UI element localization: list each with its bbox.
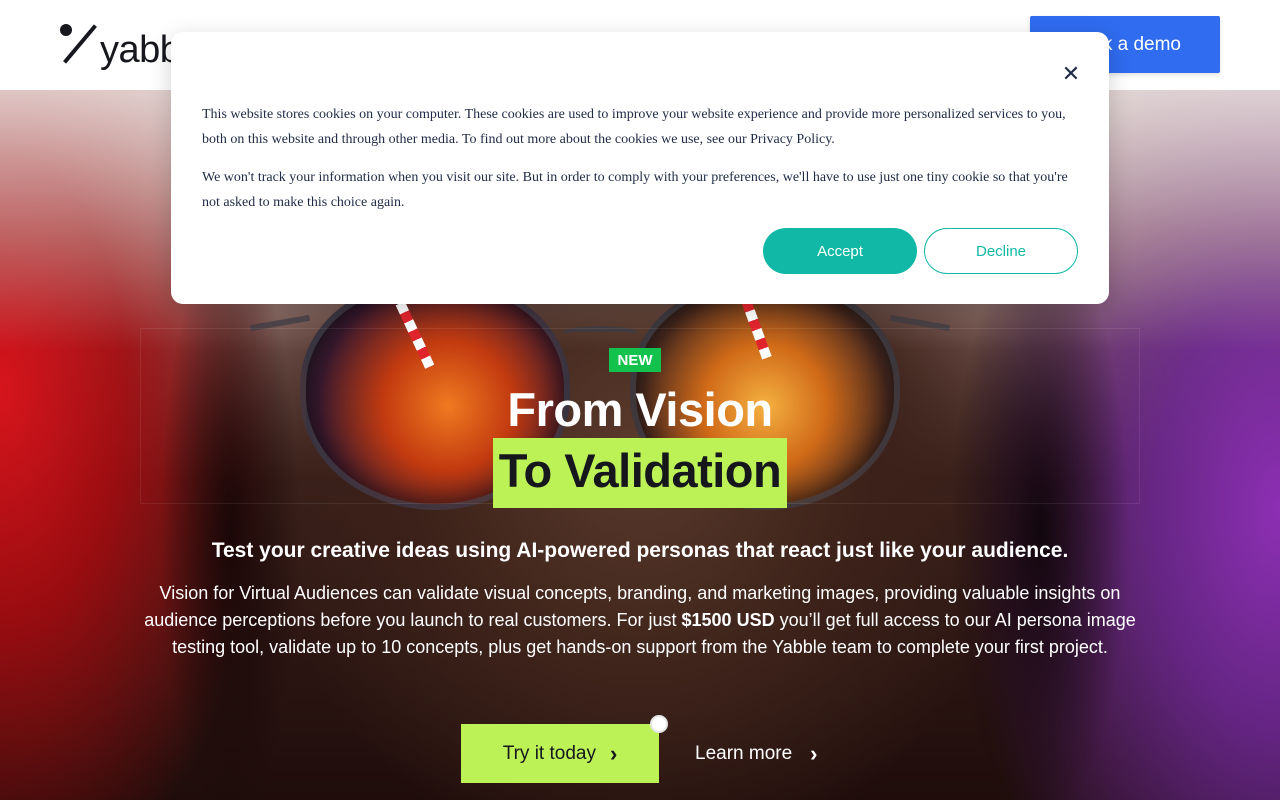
accept-cookies-button[interactable]: Accept <box>763 228 917 274</box>
hero-headline-line2: To Validation <box>492 438 788 508</box>
chevron-right-icon: › <box>609 740 618 766</box>
logo-dot <box>60 24 72 36</box>
hero-photo-shade-right <box>950 230 1130 800</box>
hero-subheadline: Test your creative ideas using AI-powere… <box>211 539 1069 562</box>
cookie-paragraph-1: This website stores cookies on your comp… <box>202 107 1066 147</box>
hero-photo-shade-left <box>160 230 300 800</box>
cookie-paragraph-2: We won't track your information when you… <box>202 170 1068 210</box>
cursor-dot <box>650 715 668 733</box>
try-button-label: Try it today <box>502 742 596 764</box>
logo-mark-icon <box>58 22 102 66</box>
learn-more-link[interactable]: Learn more › <box>695 738 818 770</box>
learn-more-label: Learn more <box>695 743 793 764</box>
close-icon[interactable]: ✕ <box>1061 63 1081 85</box>
hero-headline-line1: From Vision <box>507 383 773 436</box>
hero-headline-line2-wrap: To Validation <box>0 438 1280 508</box>
decline-cookies-button[interactable]: Decline <box>924 228 1078 274</box>
chevron-right-icon: › <box>810 741 818 766</box>
hero-description: Vision for Virtual Audiences can validat… <box>140 580 1140 661</box>
try-it-today-button[interactable]: Try it today › <box>461 724 659 783</box>
cookie-consent-dialog: ✕ This website stores cookies on your co… <box>171 32 1109 304</box>
new-badge: NEW <box>609 348 661 372</box>
hero-price: $1500 USD <box>681 610 775 630</box>
